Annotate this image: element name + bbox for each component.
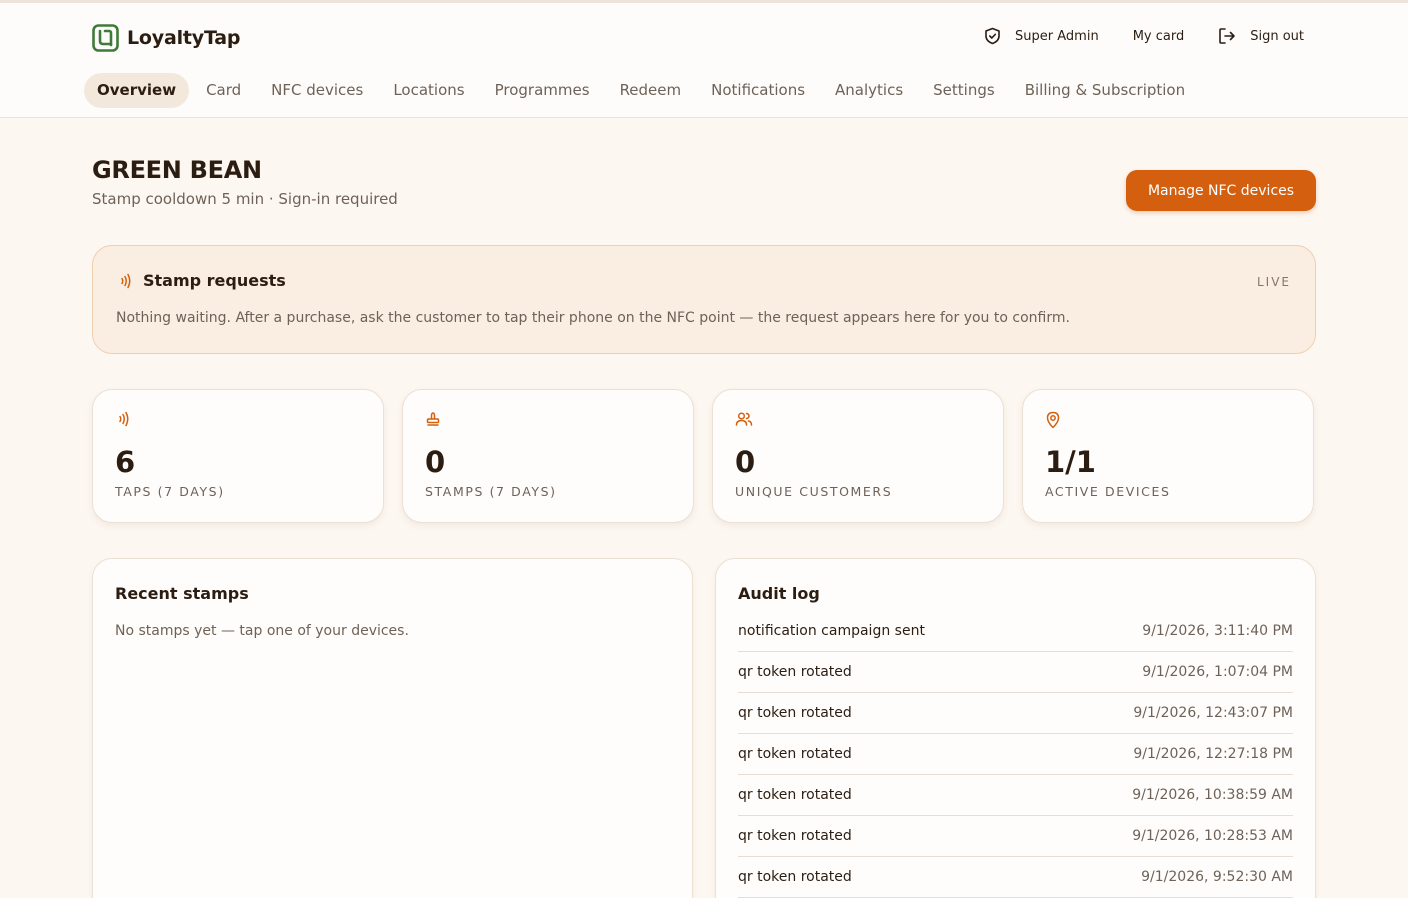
nfc-waves-icon (119, 411, 129, 427)
tab-notifications[interactable]: Notifications (698, 73, 818, 108)
audit-row: qr token rotated 9/1/2026, 9:52:30 AM (738, 857, 1293, 898)
users-icon (735, 412, 753, 426)
manage-nfc-devices-button[interactable]: Manage NFC devices (1126, 170, 1316, 211)
tab-billing-subscription[interactable]: Billing & Subscription (1012, 73, 1198, 108)
tab-settings[interactable]: Settings (920, 73, 1008, 108)
audit-action: notification campaign sent (738, 623, 925, 639)
stat-value: 1/1 (1045, 445, 1096, 479)
stat-label: TAPS (7 DAYS) (115, 484, 225, 499)
tab-overview[interactable]: Overview (84, 73, 190, 108)
recent-stamps-empty: No stamps yet — tap one of your devices. (115, 623, 409, 639)
audit-log-panel: Audit log notification campaign sent 9/1… (715, 558, 1316, 898)
super-admin-label: Super Admin (1015, 28, 1099, 44)
recent-stamps-title: Recent stamps (115, 584, 249, 603)
my-card-link[interactable]: My card (1133, 29, 1185, 44)
tab-analytics[interactable]: Analytics (822, 73, 916, 108)
stat-label: STAMPS (7 DAYS) (425, 484, 557, 499)
tab-card[interactable]: Card (193, 73, 254, 108)
app-header: LoyaltyTap Super Admin My card Sign out … (0, 3, 1408, 118)
stat-card-taps: 6 TAPS (7 DAYS) (92, 389, 384, 523)
audit-row: qr token rotated 9/1/2026, 12:43:07 PM (738, 693, 1293, 734)
loyaltytap-logo-icon (92, 24, 119, 52)
stamp-requests-title: Stamp requests (143, 271, 286, 290)
stat-value: 6 (115, 445, 136, 479)
shield-icon (985, 27, 1000, 45)
brand[interactable]: LoyaltyTap (92, 24, 240, 52)
tab-programmes[interactable]: Programmes (482, 73, 603, 108)
sign-out-link[interactable]: Sign out (1218, 27, 1304, 45)
tab-redeem[interactable]: Redeem (607, 73, 695, 108)
audit-action: qr token rotated (738, 787, 852, 803)
audit-time: 9/1/2026, 9:52:30 AM (1141, 869, 1293, 885)
audit-row: notification campaign sent 9/1/2026, 3:1… (738, 611, 1293, 652)
stat-label: UNIQUE CUSTOMERS (735, 484, 893, 499)
super-admin-link[interactable]: Super Admin (984, 27, 1099, 45)
audit-time: 9/1/2026, 1:07:04 PM (1142, 664, 1293, 680)
recent-stamps-panel: Recent stamps No stamps yet — tap one of… (92, 558, 693, 898)
page-title: GREEN BEAN (92, 156, 262, 184)
stamp-requests-message: Nothing waiting. After a purchase, ask t… (116, 310, 1070, 326)
audit-row: qr token rotated 9/1/2026, 10:38:59 AM (738, 775, 1293, 816)
audit-action: qr token rotated (738, 664, 852, 680)
audit-log-list: notification campaign sent 9/1/2026, 3:1… (738, 611, 1293, 898)
audit-time: 9/1/2026, 10:38:59 AM (1132, 787, 1293, 803)
audit-row: qr token rotated 9/1/2026, 1:07:04 PM (738, 652, 1293, 693)
main-tabs: Overview Card NFC devices Locations Prog… (84, 73, 1202, 108)
brand-name: LoyaltyTap (127, 27, 241, 49)
audit-row: qr token rotated 9/1/2026, 12:27:18 PM (738, 734, 1293, 775)
stamp-icon (426, 412, 440, 426)
header-actions: Super Admin My card Sign out (984, 27, 1304, 45)
my-card-label: My card (1132, 28, 1185, 44)
live-badge: LIVE (1256, 275, 1291, 289)
stat-card-stamps: 0 STAMPS (7 DAYS) (402, 389, 694, 523)
tab-locations[interactable]: Locations (380, 73, 477, 108)
stat-value: 0 (425, 445, 446, 479)
audit-time: 9/1/2026, 10:28:53 AM (1132, 828, 1293, 844)
audit-action: qr token rotated (738, 828, 852, 844)
audit-row: qr token rotated 9/1/2026, 10:28:53 AM (738, 816, 1293, 857)
stat-card-unique-customers: 0 UNIQUE CUSTOMERS (712, 389, 1004, 523)
stat-value: 0 (735, 445, 756, 479)
audit-log-title: Audit log (738, 584, 820, 603)
stat-card-active-devices: 1/1 ACTIVE DEVICES (1022, 389, 1314, 523)
audit-time: 9/1/2026, 12:43:07 PM (1133, 705, 1293, 721)
audit-time: 9/1/2026, 12:27:18 PM (1133, 746, 1293, 762)
tab-nfc-devices[interactable]: NFC devices (258, 73, 376, 108)
audit-action: qr token rotated (738, 869, 852, 885)
page-heading: GREEN BEAN Stamp cooldown 5 min · Sign-i… (92, 156, 398, 208)
stamp-requests-header: Stamp requests (117, 271, 286, 290)
sign-out-label: Sign out (1250, 28, 1304, 44)
audit-time: 9/1/2026, 3:11:40 PM (1142, 623, 1293, 639)
audit-action: qr token rotated (738, 746, 852, 762)
nfc-waves-icon (121, 273, 131, 288)
audit-action: qr token rotated (738, 705, 852, 721)
location-pin-icon (1046, 411, 1060, 429)
sign-out-icon (1219, 28, 1236, 44)
stat-label: ACTIVE DEVICES (1045, 484, 1171, 499)
stamp-requests-card: Stamp requests LIVE Nothing waiting. Aft… (92, 245, 1316, 354)
page-subtitle: Stamp cooldown 5 min · Sign-in required (92, 190, 398, 208)
